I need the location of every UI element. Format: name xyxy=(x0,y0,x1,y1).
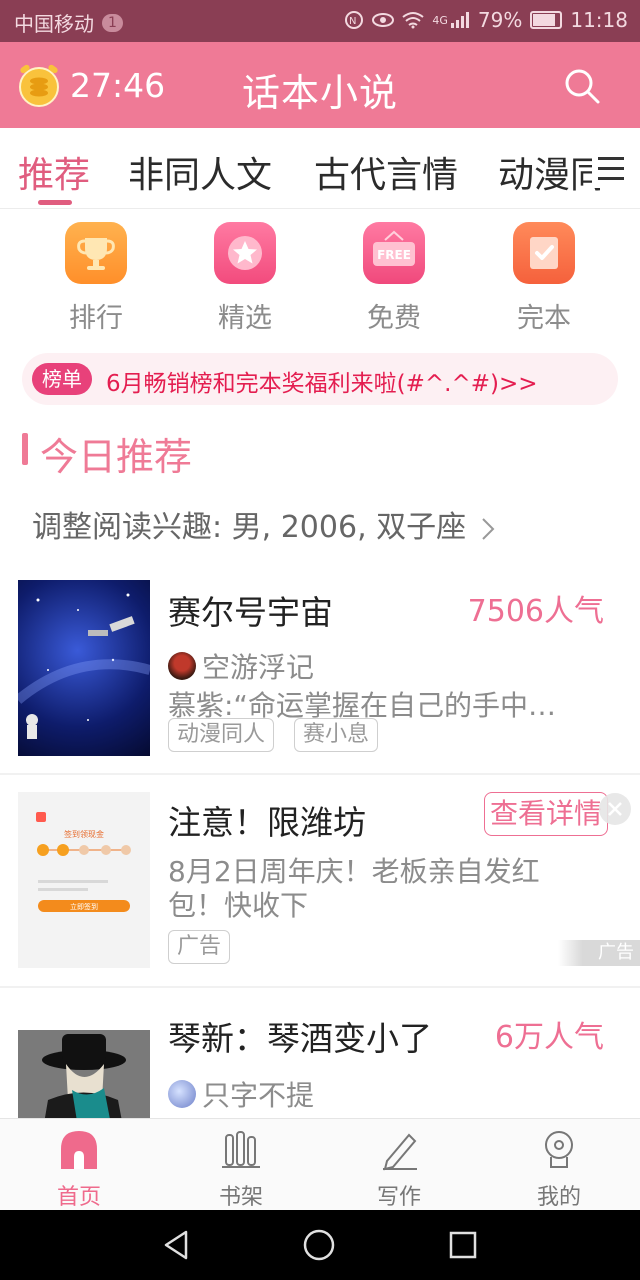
quick-nav-label: 排行 xyxy=(69,303,123,334)
status-right: N 4G 79% 11:18 xyxy=(344,8,628,32)
section-accent-bar xyxy=(22,433,28,465)
nav-home[interactable]: 首页 xyxy=(24,1125,134,1211)
quick-nav-label: 精选 xyxy=(218,303,272,334)
carrier-name: 中国移动 xyxy=(14,12,94,36)
nav-profile[interactable]: 我的 xyxy=(504,1125,614,1211)
check-book-icon xyxy=(513,222,575,284)
app-title: 话本小说 xyxy=(241,71,398,115)
quick-nav-ranking[interactable]: 排行 xyxy=(36,222,156,335)
category-tabs: 推荐 非同人文 古代言情 动漫同人 xyxy=(0,128,600,208)
bookshelf-icon xyxy=(222,1131,260,1168)
wifi-icon xyxy=(402,12,424,29)
nav-label: 首页 xyxy=(56,1185,101,1210)
tab-recommend[interactable]: 推荐 xyxy=(18,146,90,198)
eye-icon xyxy=(372,13,395,27)
status-bar: 中国移动 1 N 4G 79% 11:18 xyxy=(0,0,640,42)
book-tag[interactable]: 动漫同人 xyxy=(168,718,275,752)
nav-bookshelf[interactable]: 书架 xyxy=(186,1125,296,1211)
divider xyxy=(0,986,640,988)
ad-cover-button: 立即签到 xyxy=(70,902,98,911)
status-left: 中国移动 1 xyxy=(14,8,123,37)
battery-percent: 79% xyxy=(477,8,523,32)
ad-description-line2: 包！快收下 xyxy=(168,889,309,922)
author-name: 只字不提 xyxy=(202,1079,315,1112)
nav-label: 写作 xyxy=(376,1185,421,1210)
ad-corner-label: 广告 xyxy=(558,940,640,966)
book-list-item[interactable]: 赛尔号宇宙 7506人气 空游浮记 慕紫:“命运掌握在自己的手中… 动漫同人 赛… xyxy=(0,578,640,774)
home-icon xyxy=(61,1131,97,1169)
view-details-button[interactable]: 查看详情 xyxy=(484,792,608,836)
book-title[interactable]: 琴新：琴酒变小了 xyxy=(168,1012,432,1060)
nav-label: 我的 xyxy=(536,1185,581,1210)
section-title: 今日推荐 xyxy=(40,435,193,479)
menu-icon[interactable] xyxy=(592,148,632,188)
chevron-right-icon xyxy=(481,517,495,540)
book-cover xyxy=(18,1030,150,1118)
book-cover xyxy=(18,580,150,756)
nfc-icon: N xyxy=(345,11,364,29)
book-tag[interactable]: 赛小息 xyxy=(294,718,379,752)
svg-text:N: N xyxy=(349,16,356,27)
nav-label: 书架 xyxy=(218,1185,263,1210)
quick-nav-featured[interactable]: 精选 xyxy=(185,222,305,335)
network-type: 4G xyxy=(432,13,448,27)
back-icon[interactable] xyxy=(160,1228,194,1262)
ad-list-item[interactable]: 签到领现金 立即签到 注意！限潍坊 查看详情 8月2日周年庆！老板亲自发红 包！… xyxy=(0,776,640,986)
ranking-notice-banner[interactable]: 榜单 6月畅销榜和完本奖福利来啦(#^.^#)>> xyxy=(22,353,618,405)
notice-text[interactable]: 6月畅销榜和完本奖福利来啦(#^.^#)>> xyxy=(106,364,538,398)
ad-title[interactable]: 注意！限潍坊 xyxy=(168,796,366,844)
nav-write[interactable]: 写作 xyxy=(344,1125,454,1211)
system-navigation-bar xyxy=(0,1210,640,1280)
star-icon xyxy=(214,222,276,284)
quick-nav-label: 免费 xyxy=(367,303,421,334)
book-list-item[interactable]: 琴新：琴酒变小了 6万人气 只字不提 xyxy=(0,1000,640,1118)
book-popularity: 7506人气 xyxy=(467,594,604,629)
tab-anime-fanfic[interactable]: 动漫同人 xyxy=(498,146,600,198)
recent-apps-icon[interactable] xyxy=(446,1228,480,1262)
author-name: 空游浮记 xyxy=(202,651,315,684)
interest-text: 调整阅读兴趣: 男, 2006, 双子座 xyxy=(32,510,467,545)
quick-nav-completed[interactable]: 完本 xyxy=(484,222,604,335)
notification-count: 1 xyxy=(102,13,123,32)
svg-text:FREE: FREE xyxy=(377,248,411,262)
pen-icon xyxy=(383,1133,417,1171)
author-avatar xyxy=(168,1080,196,1108)
home-button-icon[interactable] xyxy=(302,1228,336,1262)
book-title[interactable]: 赛尔号宇宙 xyxy=(168,586,333,634)
bottom-navigation: 首页 书架 写作 我的 xyxy=(0,1118,640,1211)
tab-ancient-romance[interactable]: 古代言情 xyxy=(314,146,458,198)
ad-tag: 广告 xyxy=(168,930,231,964)
battery-icon xyxy=(530,11,563,29)
book-author: 只字不提 xyxy=(168,1074,314,1114)
search-icon[interactable] xyxy=(562,66,602,106)
quick-nav-free[interactable]: FREE 免费 xyxy=(334,222,454,335)
ad-cover-heading: 签到领现金 xyxy=(64,829,104,839)
ad-cover: 签到领现金 立即签到 xyxy=(18,792,150,968)
clock: 11:18 xyxy=(570,8,628,32)
notice-badge: 榜单 xyxy=(32,363,92,395)
close-icon[interactable] xyxy=(598,792,632,826)
book-popularity: 6万人气 xyxy=(494,1020,604,1055)
quick-nav-label: 完本 xyxy=(517,303,571,334)
author-avatar xyxy=(168,652,196,680)
profile-icon xyxy=(545,1131,573,1168)
book-author: 空游浮记 xyxy=(168,646,314,686)
trophy-icon xyxy=(65,222,127,284)
adjust-interest-link[interactable]: 调整阅读兴趣: 男, 2006, 双子座 xyxy=(32,502,496,546)
tab-original-fiction[interactable]: 非同人文 xyxy=(128,146,272,198)
divider xyxy=(0,773,640,775)
free-sign-icon: FREE xyxy=(363,222,425,284)
app-header: 27:46 话本小说 xyxy=(0,42,640,128)
signal-icon xyxy=(450,12,469,28)
